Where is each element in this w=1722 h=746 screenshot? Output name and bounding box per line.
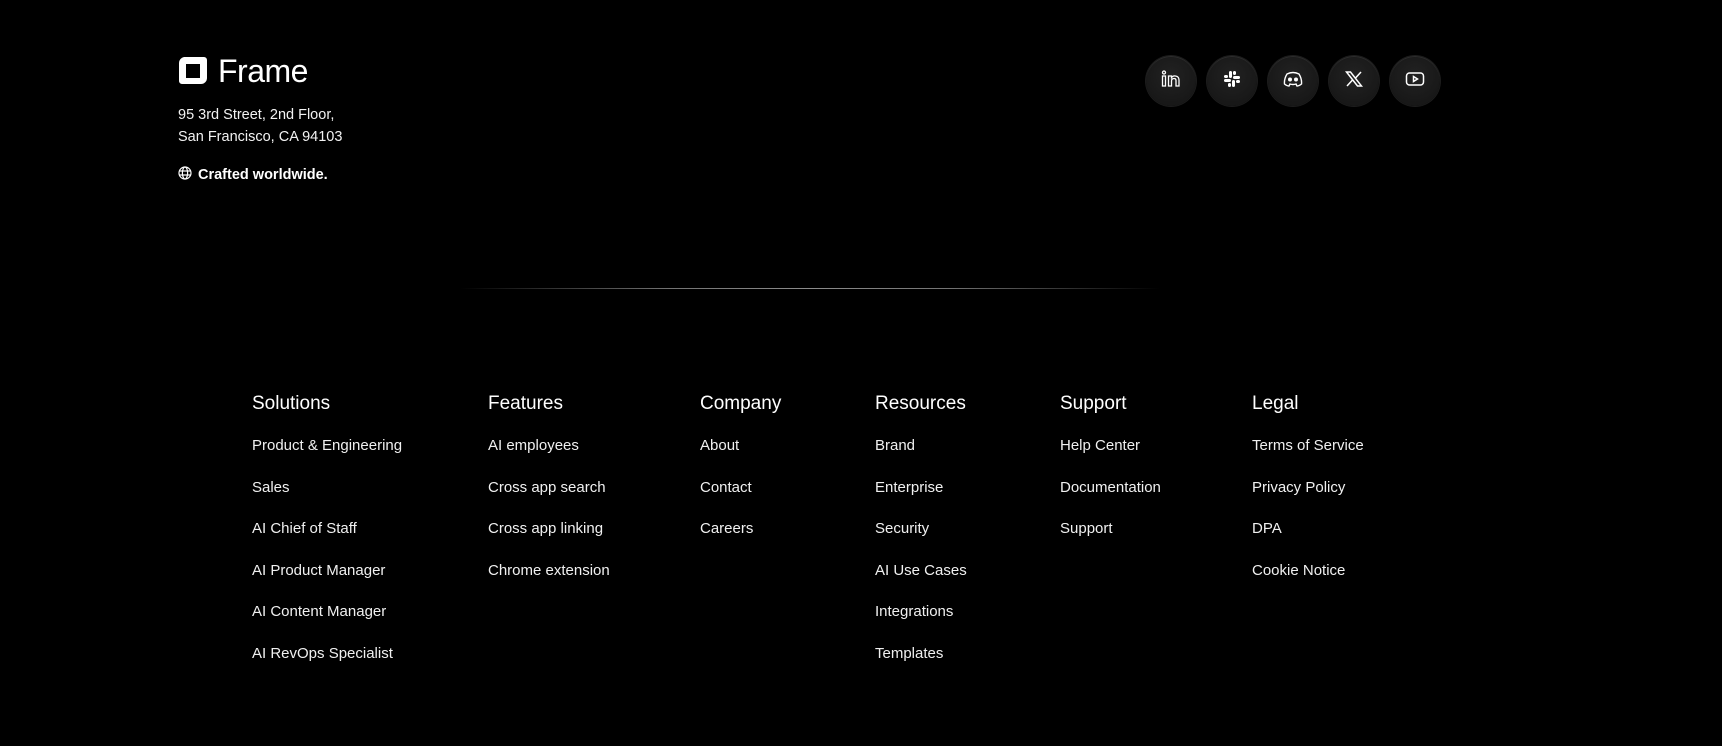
footer-link[interactable]: Support: [1060, 519, 1161, 539]
column-heading: Legal: [1252, 393, 1299, 414]
footer-link[interactable]: Templates: [875, 644, 967, 664]
x-icon: [1344, 70, 1364, 92]
tagline: Crafted worldwide.: [178, 166, 342, 184]
address: 95 3rd Street, 2nd Floor, San Francisco,…: [178, 104, 342, 148]
footer-link[interactable]: Sales: [252, 478, 402, 498]
globe-icon: [178, 166, 192, 184]
footer-link[interactable]: Contact: [700, 478, 781, 498]
linkedin-icon: [1161, 69, 1181, 93]
frame-logo-icon: [178, 56, 208, 86]
discord-button[interactable]: [1268, 56, 1318, 106]
column-heading: Solutions: [252, 393, 331, 414]
social-links: [1146, 56, 1440, 106]
footer-column-solutions: Solutions Product & Engineering Sales AI…: [252, 392, 402, 685]
youtube-icon: [1405, 71, 1425, 92]
linkedin-button[interactable]: [1146, 56, 1196, 106]
x-button[interactable]: [1329, 56, 1379, 106]
tagline-text: Crafted worldwide.: [198, 167, 328, 183]
youtube-button[interactable]: [1390, 56, 1440, 106]
column-heading: Company: [700, 393, 782, 414]
footer-link[interactable]: Careers: [700, 519, 781, 539]
column-heading: Support: [1060, 393, 1127, 414]
footer-link[interactable]: Product & Engineering: [252, 436, 402, 456]
footer-brand: Frame 95 3rd Street, 2nd Floor, San Fran…: [178, 54, 342, 184]
footer-column-resources: Resources Brand Enterprise Security AI U…: [875, 392, 967, 685]
footer-link[interactable]: Help Center: [1060, 436, 1161, 456]
footer-link[interactable]: AI RevOps Specialist: [252, 644, 402, 664]
footer-link[interactable]: Terms of Service: [1252, 436, 1364, 456]
footer-column-company: Company About Contact Careers: [700, 392, 781, 561]
footer-column-features: Features AI employees Cross app search C…: [488, 392, 610, 602]
address-line-1: 95 3rd Street, 2nd Floor,: [178, 107, 335, 123]
slack-icon: [1223, 70, 1241, 93]
footer-link[interactable]: Chrome extension: [488, 561, 610, 581]
footer-link[interactable]: Integrations: [875, 602, 967, 622]
brand-name: Frame: [218, 53, 308, 89]
footer-link[interactable]: AI Chief of Staff: [252, 519, 402, 539]
footer-link[interactable]: Security: [875, 519, 967, 539]
divider: [460, 288, 1160, 289]
slack-button[interactable]: [1207, 56, 1257, 106]
footer-column-support: Support Help Center Documentation Suppor…: [1060, 392, 1161, 561]
footer-link[interactable]: AI employees: [488, 436, 610, 456]
footer-link[interactable]: Enterprise: [875, 478, 967, 498]
footer-link[interactable]: AI Content Manager: [252, 602, 402, 622]
footer-link[interactable]: Documentation: [1060, 478, 1161, 498]
footer-link[interactable]: Brand: [875, 436, 967, 456]
footer-link[interactable]: AI Product Manager: [252, 561, 402, 581]
footer-link[interactable]: Cookie Notice: [1252, 561, 1364, 581]
footer-link[interactable]: Cross app search: [488, 478, 610, 498]
address-line-2: San Francisco, CA 94103: [178, 129, 343, 145]
column-heading: Resources: [875, 393, 966, 414]
footer-link[interactable]: About: [700, 436, 781, 456]
footer-link[interactable]: Cross app linking: [488, 519, 610, 539]
logo[interactable]: Frame: [178, 54, 342, 88]
column-heading: Features: [488, 393, 563, 414]
footer-link[interactable]: DPA: [1252, 519, 1364, 539]
footer-link[interactable]: AI Use Cases: [875, 561, 967, 581]
footer-link[interactable]: Privacy Policy: [1252, 478, 1364, 498]
discord-icon: [1283, 71, 1303, 92]
footer-column-legal: Legal Terms of Service Privacy Policy DP…: [1252, 392, 1364, 602]
